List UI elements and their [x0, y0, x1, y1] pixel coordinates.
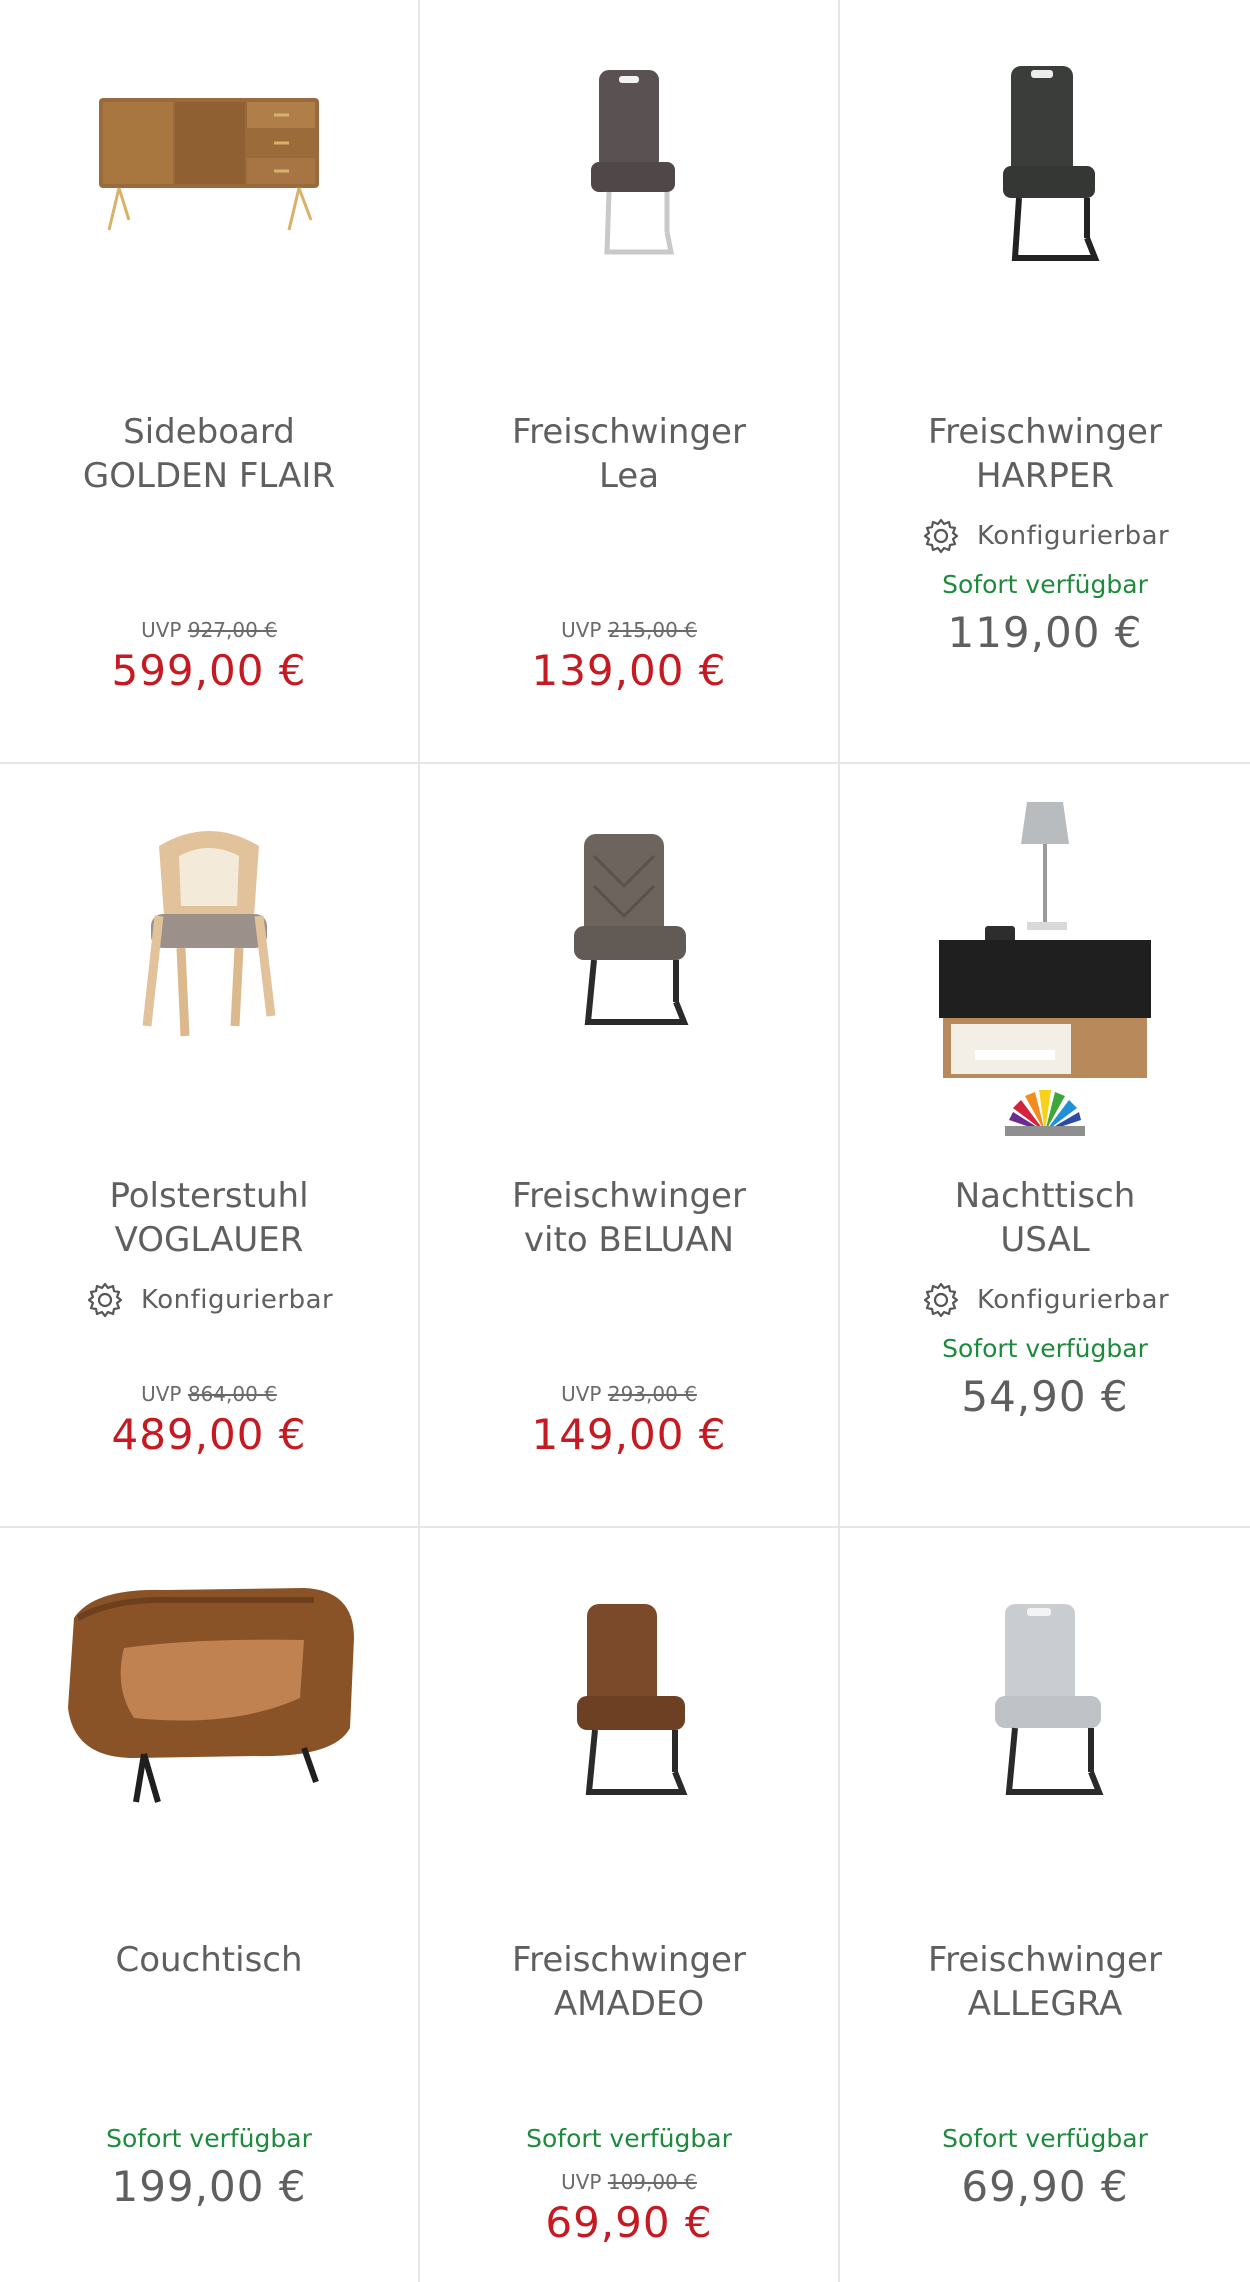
- product-title-line1: Couchtisch: [115, 1940, 303, 1980]
- uvp-price: UVP 109,00 €: [420, 2170, 838, 2194]
- availability-status: Sofort verfügbar: [942, 1334, 1148, 1363]
- product-card[interactable]: Freischwinger AMADEO Sofort verfügbar UV…: [420, 1528, 838, 2282]
- gear-icon: [921, 1280, 961, 1320]
- product-price: 139,00 €: [531, 646, 727, 695]
- product-title-line2: USAL: [1000, 1220, 1090, 1260]
- product-title[interactable]: Polsterstuhl VOGLAUER: [0, 1174, 418, 1262]
- color-fan-icon: [1005, 1090, 1085, 1136]
- gear-icon: [85, 1280, 125, 1320]
- product-title-line1: Nachttisch: [954, 1176, 1136, 1216]
- uvp-old-price: 293,00 €: [607, 1382, 697, 1406]
- product-title-line2: VOGLAUER: [114, 1220, 304, 1260]
- chair-image: [995, 1604, 1104, 1795]
- availability-status: Sofort verfügbar: [942, 570, 1148, 599]
- product-card[interactable]: Freischwinger ALLEGRA Sofort verfügbar 6…: [840, 1528, 1250, 2282]
- configurable-label: Konfigurierbar: [977, 521, 1170, 551]
- product-title[interactable]: Couchtisch: [0, 1938, 418, 1982]
- product-card[interactable]: Sideboard GOLDEN FLAIR UVP 927,00 € 599,…: [0, 0, 418, 762]
- uvp-price: UVP 864,00 €: [0, 1382, 418, 1406]
- uvp-price: UVP 293,00 €: [420, 1382, 838, 1406]
- product-price: 149,00 €: [531, 1410, 727, 1459]
- product-title-line1: Freischwinger: [512, 412, 746, 452]
- uvp-label: UVP: [141, 618, 182, 642]
- chair-image: [577, 1604, 688, 1795]
- product-card[interactable]: Couchtisch Sofort verfügbar 199,00 €: [0, 1528, 418, 2282]
- product-title[interactable]: Freischwinger ALLEGRA: [840, 1938, 1250, 2026]
- uvp-old-price: 109,00 €: [607, 2170, 697, 2194]
- product-grid: Sideboard GOLDEN FLAIR UVP 927,00 € 599,…: [0, 0, 1250, 2282]
- uvp-label: UVP: [141, 1382, 182, 1406]
- chair-image: [142, 831, 276, 1037]
- product-title-line1: Freischwinger: [928, 1940, 1162, 1980]
- product-title-line2: AMADEO: [553, 1984, 705, 2024]
- product-image[interactable]: [0, 0, 418, 380]
- availability-status: Sofort verfügbar: [526, 2124, 732, 2153]
- product-image[interactable]: [840, 1528, 1250, 1908]
- uvp-old-price: 864,00 €: [187, 1382, 277, 1406]
- sideboard-image: [99, 98, 319, 231]
- product-card[interactable]: Freischwinger vito BELUAN UVP 293,00 € 1…: [420, 764, 838, 1526]
- chair-image: [591, 70, 675, 255]
- coffee-table-image: [68, 1588, 354, 1803]
- product-title[interactable]: Freischwinger Lea: [420, 410, 838, 498]
- uvp-price: UVP 927,00 €: [0, 618, 418, 642]
- availability-status: Sofort verfügbar: [106, 2124, 312, 2153]
- chair-image: [574, 834, 689, 1025]
- configurable-badge[interactable]: Konfigurierbar: [840, 516, 1250, 556]
- product-title[interactable]: Sideboard GOLDEN FLAIR: [0, 410, 418, 498]
- product-title-line2: vito BELUAN: [523, 1220, 735, 1260]
- product-title-line2: Lea: [598, 456, 660, 496]
- product-price: 69,90 €: [961, 2162, 1129, 2211]
- product-title-line1: Freischwinger: [512, 1940, 746, 1980]
- product-title-line1: Polsterstuhl: [109, 1176, 309, 1216]
- configurable-badge[interactable]: Konfigurierbar: [0, 1280, 418, 1320]
- product-image[interactable]: [420, 764, 838, 1144]
- product-price: 199,00 €: [111, 2162, 307, 2211]
- product-title[interactable]: Freischwinger vito BELUAN: [420, 1174, 838, 1262]
- product-title[interactable]: Freischwinger AMADEO: [420, 1938, 838, 2026]
- product-price: 599,00 €: [111, 646, 307, 695]
- product-image[interactable]: [840, 0, 1250, 380]
- product-image[interactable]: [0, 764, 418, 1144]
- configurable-badge[interactable]: Konfigurierbar: [840, 1280, 1250, 1320]
- configurable-label: Konfigurierbar: [141, 1285, 334, 1315]
- product-card[interactable]: Freischwinger Lea UVP 215,00 € 139,00 €: [420, 0, 838, 762]
- product-image[interactable]: [420, 1528, 838, 1908]
- product-price: 119,00 €: [947, 608, 1143, 657]
- product-price: 54,90 €: [961, 1372, 1129, 1421]
- product-title-line1: Freischwinger: [928, 412, 1162, 452]
- product-title[interactable]: Nachttisch USAL: [840, 1174, 1250, 1262]
- product-title-line2: ALLEGRA: [967, 1984, 1123, 2024]
- availability-status: Sofort verfügbar: [942, 2124, 1148, 2153]
- product-title-line2: GOLDEN FLAIR: [82, 456, 336, 496]
- product-title-line1: Freischwinger: [512, 1176, 746, 1216]
- configurable-label: Konfigurierbar: [977, 1285, 1170, 1315]
- chair-image: [1003, 66, 1100, 261]
- product-title[interactable]: Freischwinger HARPER: [840, 410, 1250, 498]
- uvp-label: UVP: [561, 618, 602, 642]
- product-card[interactable]: Polsterstuhl VOGLAUER Konfigurierbar UVP…: [0, 764, 418, 1526]
- product-image[interactable]: [0, 1528, 418, 1908]
- product-price: 69,90 €: [545, 2198, 713, 2247]
- uvp-old-price: 927,00 €: [187, 618, 277, 642]
- nightstand-image: [939, 802, 1151, 1078]
- uvp-old-price: 215,00 €: [607, 618, 697, 642]
- uvp-label: UVP: [561, 2170, 602, 2194]
- product-title-line2: HARPER: [975, 456, 1115, 496]
- product-price: 489,00 €: [111, 1410, 307, 1459]
- uvp-price: UVP 215,00 €: [420, 618, 838, 642]
- product-card[interactable]: Freischwinger HARPER Konfigurierbar Sofo…: [840, 0, 1250, 762]
- product-card[interactable]: Nachttisch USAL Konfigurierbar Sofort ve…: [840, 764, 1250, 1526]
- gear-icon: [921, 516, 961, 556]
- uvp-label: UVP: [561, 1382, 602, 1406]
- product-image[interactable]: [420, 0, 838, 380]
- product-title-line1: Sideboard: [123, 412, 295, 452]
